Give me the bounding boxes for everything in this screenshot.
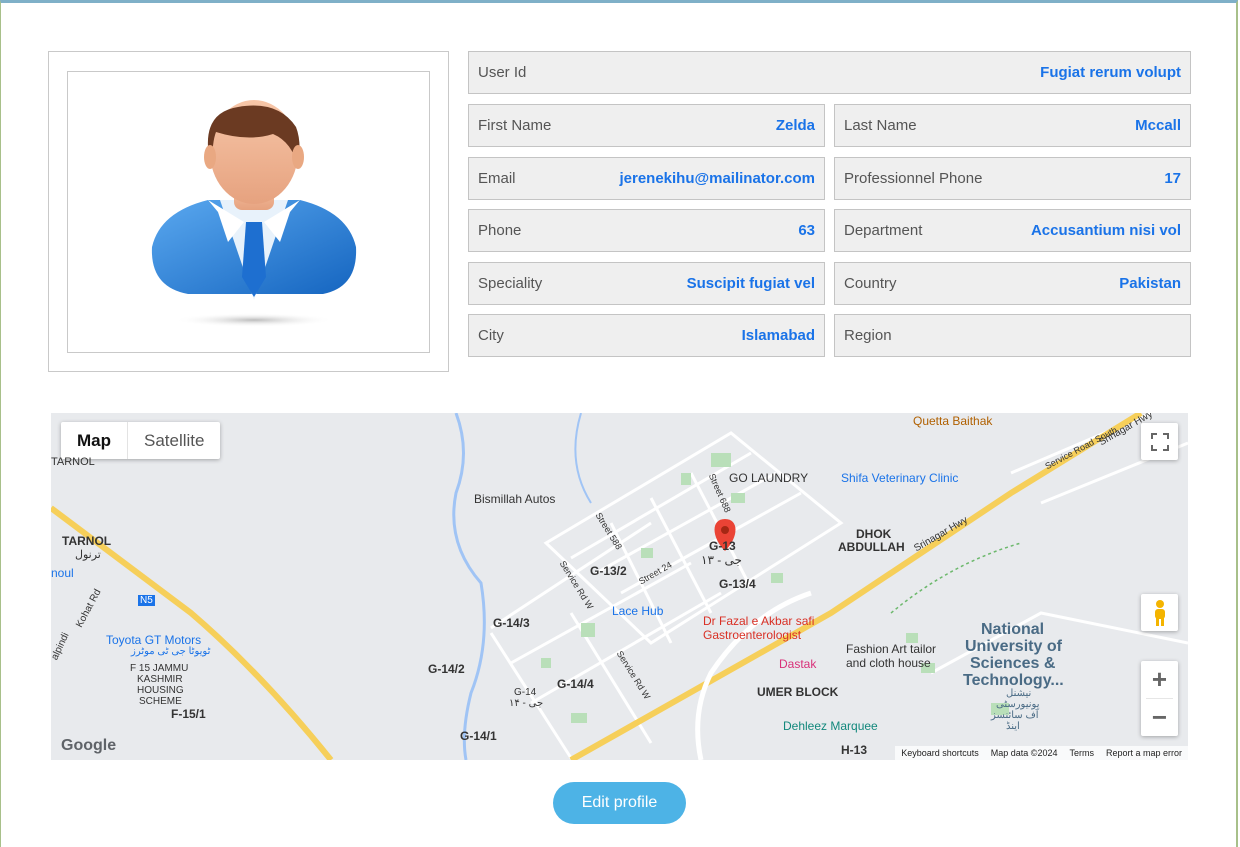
field-value: Pakistan (1119, 275, 1181, 292)
area-label: F 15 JAMMU (130, 663, 189, 674)
field-label: Department (844, 222, 923, 239)
field-label: User Id (478, 64, 527, 81)
field-label: Email (478, 170, 516, 187)
area-label: G-14/2 (428, 662, 465, 676)
place-label[interactable]: اینڈ (1006, 721, 1020, 732)
area-label: H-13 (841, 743, 868, 757)
field-country: Country Pakistan (834, 262, 1191, 305)
place-label[interactable]: Dr Fazal e Akbar safi (703, 614, 814, 628)
keyboard-shortcuts-link[interactable]: Keyboard shortcuts (901, 748, 979, 758)
place-label[interactable]: noul (51, 566, 74, 580)
area-label: G-14/1 (460, 729, 497, 743)
place-label[interactable]: National (981, 621, 1044, 639)
area-label: HOUSING (137, 685, 184, 696)
field-value: Mccall (1135, 117, 1181, 134)
street-view-pegman[interactable] (1141, 594, 1178, 631)
place-label[interactable]: Gastroenterologist (703, 628, 801, 642)
area-label: ABDULLAH (838, 540, 905, 554)
place-label[interactable]: Sciences & (970, 655, 1055, 673)
report-error-link[interactable]: Report a map error (1106, 748, 1182, 758)
area-label: G-13/4 (719, 577, 756, 591)
area-label: جی - ۱۳ (701, 553, 742, 567)
area-label: F-15/1 (171, 707, 206, 721)
place-label[interactable]: Toyota GT Motors (106, 633, 201, 647)
map-footer: Keyboard shortcuts Map data ©2024 Terms … (895, 746, 1188, 760)
area-label: G-13 (709, 539, 736, 553)
field-value: Accusantium nisi vol (1030, 222, 1181, 239)
place-label[interactable]: Lace Hub (612, 604, 663, 618)
place-label[interactable]: University of (965, 638, 1062, 656)
field-label: Phone (478, 222, 522, 239)
field-label: Last Name (844, 117, 917, 134)
area-label: G-14/3 (493, 616, 530, 630)
area-label: جی - ۱۴ (509, 698, 544, 709)
zoom-control: + − (1141, 661, 1178, 736)
field-label: City (478, 327, 504, 344)
place-label[interactable]: آف سائنسز (991, 710, 1039, 721)
area-label: SCHEME (139, 696, 182, 707)
field-label: Speciality (478, 275, 543, 292)
area-label: G-14/4 (557, 677, 594, 691)
place-label[interactable]: Dehleez Marquee (783, 719, 878, 733)
area-label: TARNOL (62, 534, 112, 548)
fullscreen-icon (1150, 432, 1169, 451)
avatar (151, 100, 357, 327)
field-professional-phone: Professionnel Phone 17 (834, 157, 1191, 200)
place-label[interactable]: GO LAUNDRY (729, 471, 808, 485)
field-region: Region (834, 314, 1191, 357)
place-label[interactable]: and cloth house (846, 656, 931, 670)
place-label[interactable]: نیشنل (1006, 688, 1031, 699)
field-speciality: Speciality Suscipit fugiat vel (468, 262, 825, 305)
map-data-credit: Map data ©2024 (990, 748, 1058, 758)
road-shield: N5 (138, 595, 155, 606)
zoom-in-button[interactable]: + (1152, 661, 1167, 698)
profile-photo-frame (67, 71, 430, 353)
field-label: Region (844, 327, 892, 344)
map-type-satellite-button[interactable]: Satellite (128, 422, 220, 459)
field-value: Suscipit fugiat vel (686, 275, 815, 292)
field-department: Department Accusantium nisi vol (834, 209, 1191, 252)
fullscreen-button[interactable] (1141, 423, 1178, 460)
map-type-control: Map Satellite (61, 422, 221, 459)
field-label: Country (844, 275, 897, 292)
field-label: First Name (478, 117, 552, 134)
pegman-icon (1154, 599, 1165, 626)
field-value: Fugiat rerum volupt (1040, 64, 1181, 81)
zoom-out-button[interactable]: − (1152, 699, 1167, 736)
place-label[interactable]: یونیورسٹی (996, 699, 1039, 710)
area-label: G-13/2 (590, 564, 627, 578)
field-value: Islamabad (741, 327, 815, 344)
place-label[interactable]: Fashion Art tailor (846, 642, 936, 656)
place-label[interactable]: Dastak (779, 657, 816, 671)
field-label: Professionnel Phone (844, 170, 983, 187)
field-value: 63 (798, 222, 815, 239)
area-label: G-14 (514, 687, 537, 698)
area-label: ترنول (75, 549, 101, 561)
field-first-name: First Name Zelda (468, 104, 825, 147)
place-label[interactable]: Quetta Baithak (913, 414, 992, 428)
field-city: City Islamabad (468, 314, 825, 357)
field-user-id: User Id Fugiat rerum volupt (468, 51, 1191, 94)
area-label: KASHMIR (137, 674, 183, 685)
terms-link[interactable]: Terms (1069, 748, 1094, 758)
location-map[interactable]: Map Satellite + − Google Keyboard shortc… (51, 413, 1188, 760)
edit-profile-button[interactable]: Edit profile (553, 782, 686, 824)
area-label: TARNOL (51, 456, 95, 468)
place-label[interactable]: ٹویوٹا جی ٹی موٹرز (131, 646, 210, 657)
place-label[interactable]: Bismillah Autos (474, 492, 555, 506)
map-type-map-button[interactable]: Map (61, 422, 128, 459)
place-label[interactable]: Shifa Veterinary Clinic (841, 471, 958, 485)
field-value: 17 (1164, 170, 1181, 187)
area-label: UMER BLOCK (757, 685, 839, 699)
profile-photo-card (48, 51, 449, 372)
area-label: DHOK (856, 527, 892, 541)
field-phone: Phone 63 (468, 209, 825, 252)
field-value: Zelda (775, 117, 815, 134)
field-email: Email jerenekihu@mailinator.com (468, 157, 825, 200)
google-logo[interactable]: Google (61, 737, 116, 755)
field-value: jerenekihu@mailinator.com (619, 170, 815, 187)
field-last-name: Last Name Mccall (834, 104, 1191, 147)
